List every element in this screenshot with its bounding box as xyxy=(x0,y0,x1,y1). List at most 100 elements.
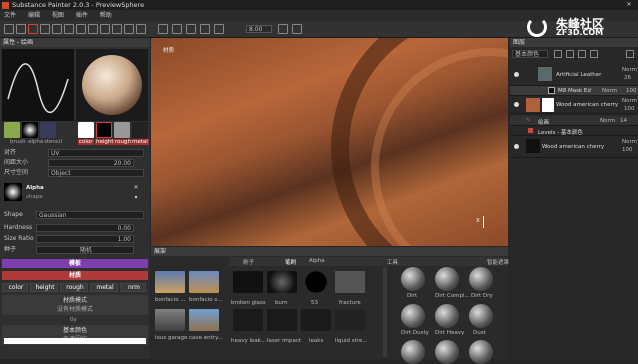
polygon-fill-icon[interactable] xyxy=(40,24,50,34)
tab-pens[interactable]: 笔刷 xyxy=(285,258,296,266)
menu-help[interactable]: 帮助 xyxy=(100,12,112,19)
seed-random-button[interactable]: 随机 xyxy=(36,246,134,254)
layout-icon[interactable] xyxy=(186,24,196,34)
smart-material-thumb[interactable] xyxy=(401,267,425,291)
toolbar-value-field[interactable]: 8.00 xyxy=(246,25,272,33)
stencil-section-bar[interactable]: 模板 xyxy=(2,259,148,268)
brush-thumb[interactable] xyxy=(4,122,20,138)
tab-smart-masks[interactable]: 智能遮罩 xyxy=(487,258,509,266)
smart-material-thumb[interactable] xyxy=(401,304,425,328)
eye-icon[interactable] xyxy=(514,72,519,77)
channel-rough-button[interactable]: rough xyxy=(60,283,88,292)
layer-mode: Norm xyxy=(622,98,638,104)
tab-tools[interactable]: 工具 xyxy=(387,258,398,266)
stencil-thumb[interactable] xyxy=(40,122,56,138)
alpha-thumb[interactable] xyxy=(301,309,331,331)
clone-tool-icon[interactable] xyxy=(64,24,74,34)
layer-row[interactable]: Artificial Leather Norm 26 xyxy=(510,64,638,86)
layer-row[interactable]: M8 Mask Ed Norm 100 xyxy=(510,86,638,96)
material-picker-icon[interactable] xyxy=(88,24,98,34)
settings-icon[interactable] xyxy=(136,24,146,34)
grid-icon[interactable] xyxy=(200,24,210,34)
shape-select[interactable]: Gaussian xyxy=(36,211,144,219)
channel-height-button[interactable]: height xyxy=(30,283,58,292)
brush-label: brush xyxy=(10,139,26,145)
tab-brushes[interactable]: 刷子 xyxy=(243,258,254,266)
layer-opacity: 14 xyxy=(620,118,627,124)
layer-row[interactable]: Wood american cherry Norm 100 xyxy=(510,136,638,158)
eraser-tool-icon[interactable] xyxy=(16,24,26,34)
channel-metal-button[interactable]: metal xyxy=(90,283,118,292)
alpha-thumb[interactable] xyxy=(233,309,263,331)
smart-material-thumb[interactable] xyxy=(469,304,493,328)
smart-material-thumb[interactable] xyxy=(469,340,493,364)
height-swatch[interactable] xyxy=(96,122,112,138)
symmetry-icon[interactable] xyxy=(100,24,110,34)
channel-nrm-button[interactable]: nrm xyxy=(120,283,146,292)
add-fill-icon[interactable] xyxy=(566,50,574,58)
base-color-label: 基本颜色 xyxy=(62,327,87,334)
smart-material-thumb[interactable] xyxy=(435,340,459,364)
metal-chip: metal xyxy=(131,139,149,145)
alpha-thumb[interactable] xyxy=(267,271,297,293)
close-window-button[interactable]: ✕ xyxy=(623,0,635,10)
alpha-close-icon[interactable]: ✕ xyxy=(132,184,140,192)
render-icon[interactable] xyxy=(124,24,134,34)
alpha-thumb[interactable] xyxy=(22,122,38,138)
menu-edit[interactable]: 编辑 xyxy=(28,12,40,19)
env-thumb[interactable] xyxy=(155,309,185,331)
viewport-mode-icon[interactable] xyxy=(158,24,168,34)
add-layer-icon[interactable] xyxy=(554,50,562,58)
material-mode-box[interactable]: 材质模式 没有材质模式 xyxy=(2,295,148,315)
smart-material-thumb[interactable] xyxy=(469,267,493,291)
alpha-thumb[interactable] xyxy=(335,309,365,331)
alpha-thumb[interactable] xyxy=(267,309,297,331)
env-thumb[interactable] xyxy=(189,309,219,331)
env-thumb[interactable] xyxy=(189,271,219,293)
hardness-slider[interactable]: 0.00 xyxy=(36,224,134,232)
size-space-select[interactable]: Object xyxy=(48,169,144,177)
layer-row[interactable]: Levels - 基本颜色 xyxy=(510,126,638,136)
folder-icon[interactable] xyxy=(590,50,598,58)
projection-tool-icon[interactable] xyxy=(28,24,38,34)
shelf-scrollbar[interactable] xyxy=(383,267,387,357)
align-select[interactable]: UV xyxy=(48,149,144,157)
picker-tool-icon[interactable] xyxy=(76,24,86,34)
lock-icon[interactable] xyxy=(214,24,224,34)
3d-viewport[interactable]: 材质 X xyxy=(151,38,508,246)
alpha-thumb[interactable] xyxy=(335,271,365,293)
blend-mode-select[interactable]: 基本颜色 xyxy=(512,50,548,58)
layer-row[interactable]: Wood american cherry Norm 100 xyxy=(510,96,638,114)
smart-material-thumb[interactable] xyxy=(435,304,459,328)
channel-color-button[interactable]: color xyxy=(2,283,28,292)
screenshot-icon[interactable] xyxy=(278,24,288,34)
tab-alpha[interactable]: Alpha xyxy=(309,258,325,264)
alpha-dropdown-icon[interactable]: ▾ xyxy=(132,194,140,202)
color-swatch[interactable] xyxy=(78,122,94,138)
alpha-preview[interactable] xyxy=(4,183,22,201)
display-icon[interactable] xyxy=(172,24,182,34)
paint-tool-icon[interactable] xyxy=(4,24,14,34)
metal-swatch[interactable] xyxy=(132,122,148,138)
menu-view[interactable]: 视图 xyxy=(52,12,64,19)
menu-plugins[interactable]: 插件 xyxy=(76,12,88,19)
eye-icon[interactable] xyxy=(514,144,519,149)
smart-material-thumb[interactable] xyxy=(401,340,425,364)
spacing-slider[interactable]: 20.00 xyxy=(48,159,134,167)
smudge-tool-icon[interactable] xyxy=(52,24,62,34)
eye-icon[interactable] xyxy=(514,102,519,107)
base-color-swatch[interactable] xyxy=(4,338,146,344)
add-mask-icon[interactable] xyxy=(578,50,586,58)
camera-icon[interactable] xyxy=(112,24,122,34)
material-section-bar[interactable]: 材质 xyxy=(2,271,148,280)
delete-layer-icon[interactable] xyxy=(626,50,634,58)
env-thumb[interactable] xyxy=(155,271,185,293)
rough-swatch[interactable] xyxy=(114,122,130,138)
camera-reset-icon[interactable] xyxy=(292,24,302,34)
menu-file[interactable]: 文件 xyxy=(4,12,16,19)
alpha-thumb[interactable] xyxy=(233,271,263,293)
layer-row[interactable]: ✎ 绘画 Norm 14 xyxy=(510,116,638,126)
size-ratio-slider[interactable]: 1.00 xyxy=(36,235,134,243)
alpha-thumb[interactable] xyxy=(301,271,331,293)
smart-material-thumb[interactable] xyxy=(435,267,459,291)
